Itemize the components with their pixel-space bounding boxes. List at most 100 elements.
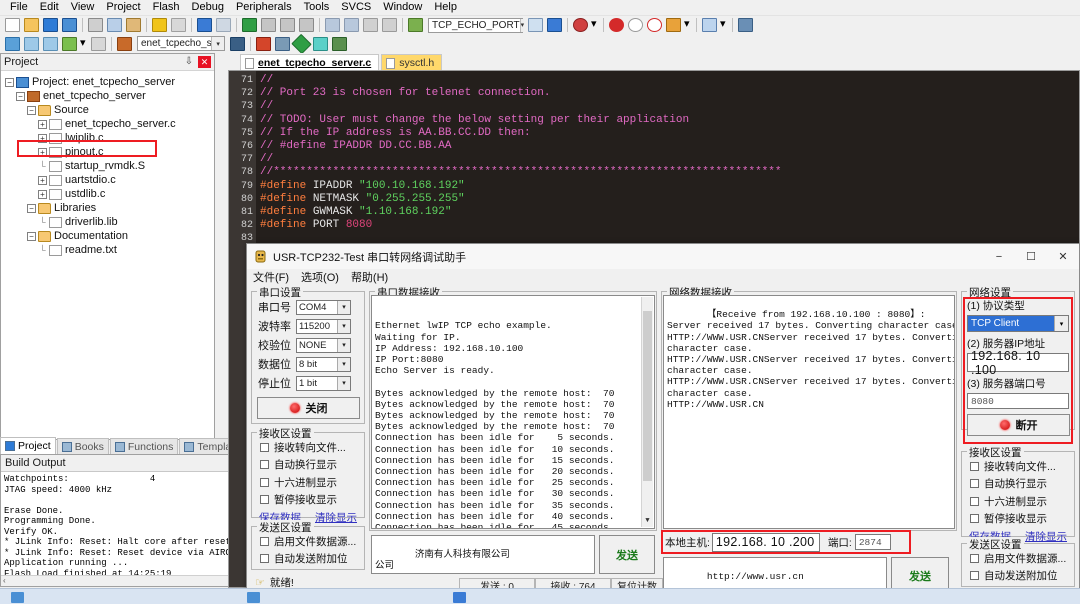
remove-item-icon[interactable] [312, 36, 329, 52]
tree-node[interactable]: └ readme.txt [5, 243, 214, 257]
checkbox-box[interactable] [970, 461, 979, 471]
scroll-down-icon[interactable]: ▼ [642, 515, 653, 527]
paste-icon[interactable] [125, 17, 142, 33]
menu-item-help[interactable]: Help [428, 0, 463, 15]
serial-recv-checkbox[interactable]: 自动换行显示 [260, 457, 364, 472]
outdent-icon[interactable] [343, 17, 360, 33]
tree-node[interactable]: + ustdlib.c [5, 187, 214, 201]
expand-icon[interactable]: + [38, 133, 47, 143]
copy-icon[interactable] [106, 17, 123, 33]
redo-icon[interactable] [170, 17, 187, 33]
collapse-icon[interactable]: − [5, 77, 14, 87]
save-icon[interactable] [42, 17, 59, 33]
expand-icon[interactable]: + [38, 175, 47, 185]
serial-send-checkbox[interactable]: 自动发送附加位 [260, 551, 364, 566]
menu-item-window[interactable]: Window [377, 0, 428, 15]
taskbar-item-usr-tool[interactable] [446, 590, 472, 604]
maximize-button[interactable]: ☐ [1015, 244, 1047, 269]
scrollbar-thumb[interactable] [643, 311, 652, 481]
tree-node[interactable]: + enet_tcpecho_server.c [5, 117, 214, 131]
collapse-icon[interactable]: − [27, 231, 36, 241]
net-connect-toggle-button[interactable]: 断开 [967, 414, 1070, 436]
collapse-icon[interactable]: − [27, 105, 36, 115]
tree-node[interactable]: + uartstdio.c [5, 173, 214, 187]
bookmark-next-icon[interactable] [279, 17, 296, 33]
breakpoint-icon[interactable] [608, 17, 625, 33]
serial-field-select[interactable]: COM4 ▾ [296, 299, 351, 315]
chevron-down-icon[interactable]: ▾ [684, 17, 692, 33]
chevron-down-icon[interactable]: ▾ [1054, 316, 1068, 331]
checkbox-box[interactable] [260, 477, 269, 487]
editor-tab[interactable]: sysctl.h [381, 54, 443, 71]
serial-send-button[interactable]: 发送 [599, 535, 655, 574]
serial-recv-checkbox[interactable]: 接收转向文件... [260, 440, 364, 455]
breakpoint-disabled-icon[interactable] [627, 17, 644, 33]
collapse-icon[interactable]: − [16, 91, 25, 101]
pin-icon[interactable]: ⇩ [183, 56, 195, 68]
panel-tab-functions[interactable]: Functions [109, 438, 179, 454]
panel-tab-books[interactable]: Books [56, 438, 109, 454]
serial-send-checkbox[interactable]: 启用文件数据源... [260, 534, 364, 549]
tree-node[interactable]: + lwiplib.c [5, 131, 214, 145]
menu-item-project[interactable]: Project [100, 0, 146, 15]
comment-icon[interactable] [362, 17, 379, 33]
cut-icon[interactable] [87, 17, 104, 33]
menu-item-peripherals[interactable]: Peripherals [230, 0, 298, 15]
enable-breakpoint-icon[interactable] [665, 17, 682, 33]
chevron-down-icon[interactable]: ▾ [720, 17, 728, 33]
build-icon[interactable] [23, 36, 40, 52]
dialog-menu-item[interactable]: 帮助(H) [351, 269, 388, 285]
net-send-checkbox[interactable]: 启用文件数据源... [970, 551, 1074, 566]
debug-start-icon[interactable] [572, 17, 589, 33]
checkbox-box[interactable] [970, 479, 979, 488]
net-recv-checkbox[interactable]: 十六进制显示 [970, 494, 1074, 509]
checkbox-box[interactable] [970, 571, 979, 580]
build-output-scrollbar[interactable]: ‹ [1, 575, 245, 586]
menu-item-flash[interactable]: Flash [147, 0, 186, 15]
net-data-textarea[interactable]: 【Receive from 192.168.10.100 : 8080】: Se… [663, 295, 955, 529]
net-recv-checkbox[interactable]: 自动换行显示 [970, 476, 1074, 491]
indent-icon[interactable] [324, 17, 341, 33]
manage-components-icon[interactable] [255, 36, 272, 52]
taskbar-item-explorer[interactable] [4, 590, 30, 604]
tree-node[interactable]: − Project: enet_tcpecho_server [5, 75, 214, 89]
tree-node[interactable]: + pinout.c [5, 145, 214, 159]
menu-item-file[interactable]: File [4, 0, 34, 15]
navigate-back-icon[interactable] [196, 17, 213, 33]
target-select[interactable]: TCP_ECHO_PORT ▾ [428, 17, 525, 33]
open-file-icon[interactable] [23, 17, 40, 33]
add-item-icon[interactable] [291, 33, 312, 54]
tree-node[interactable]: − Libraries [5, 201, 214, 215]
expand-icon[interactable]: + [38, 147, 47, 157]
menu-item-svcs[interactable]: SVCS [335, 0, 377, 15]
chevron-down-icon[interactable]: ▾ [337, 376, 350, 390]
serial-recv-checkbox[interactable]: 十六进制显示 [260, 475, 364, 490]
pack-installer-icon[interactable] [546, 17, 563, 33]
serial-field-select[interactable]: 1 bit ▾ [296, 375, 351, 391]
panel-tab-project[interactable]: Project [0, 437, 56, 454]
checkbox-box[interactable] [260, 554, 269, 563]
net-recv-checkbox[interactable]: 接收转向文件... [970, 459, 1074, 474]
chevron-down-icon[interactable]: ▾ [211, 37, 224, 50]
chevron-down-icon[interactable]: ▾ [337, 319, 350, 333]
checkbox-box[interactable] [260, 460, 269, 469]
project-target-select[interactable]: enet_tcpecho_server ▾ [137, 36, 225, 51]
server-port-input[interactable]: 8080 [967, 393, 1069, 409]
checkbox-box[interactable] [260, 495, 269, 504]
new-file-icon[interactable] [4, 17, 21, 33]
menu-item-view[interactable]: View [65, 0, 101, 15]
chevron-down-icon[interactable]: ▾ [591, 17, 599, 33]
net-recv-checkbox[interactable]: 暂停接收显示 [970, 511, 1074, 526]
local-port-input[interactable]: 2874 [854, 534, 891, 550]
checkbox-box[interactable] [970, 514, 979, 523]
manage-project-icon[interactable] [527, 17, 544, 33]
bookmark-clear-icon[interactable] [298, 17, 315, 33]
bookmark-prev-icon[interactable] [260, 17, 277, 33]
configuration-wizard-icon[interactable] [737, 17, 754, 33]
uncomment-icon[interactable] [381, 17, 398, 33]
tree-node[interactable]: − enet_tcpecho_server [5, 89, 214, 103]
chevron-down-icon[interactable]: ▾ [337, 338, 350, 352]
stop-build-icon[interactable] [90, 36, 107, 52]
taskbar-item-keil[interactable] [240, 590, 266, 604]
batch-build-icon[interactable] [61, 36, 78, 52]
